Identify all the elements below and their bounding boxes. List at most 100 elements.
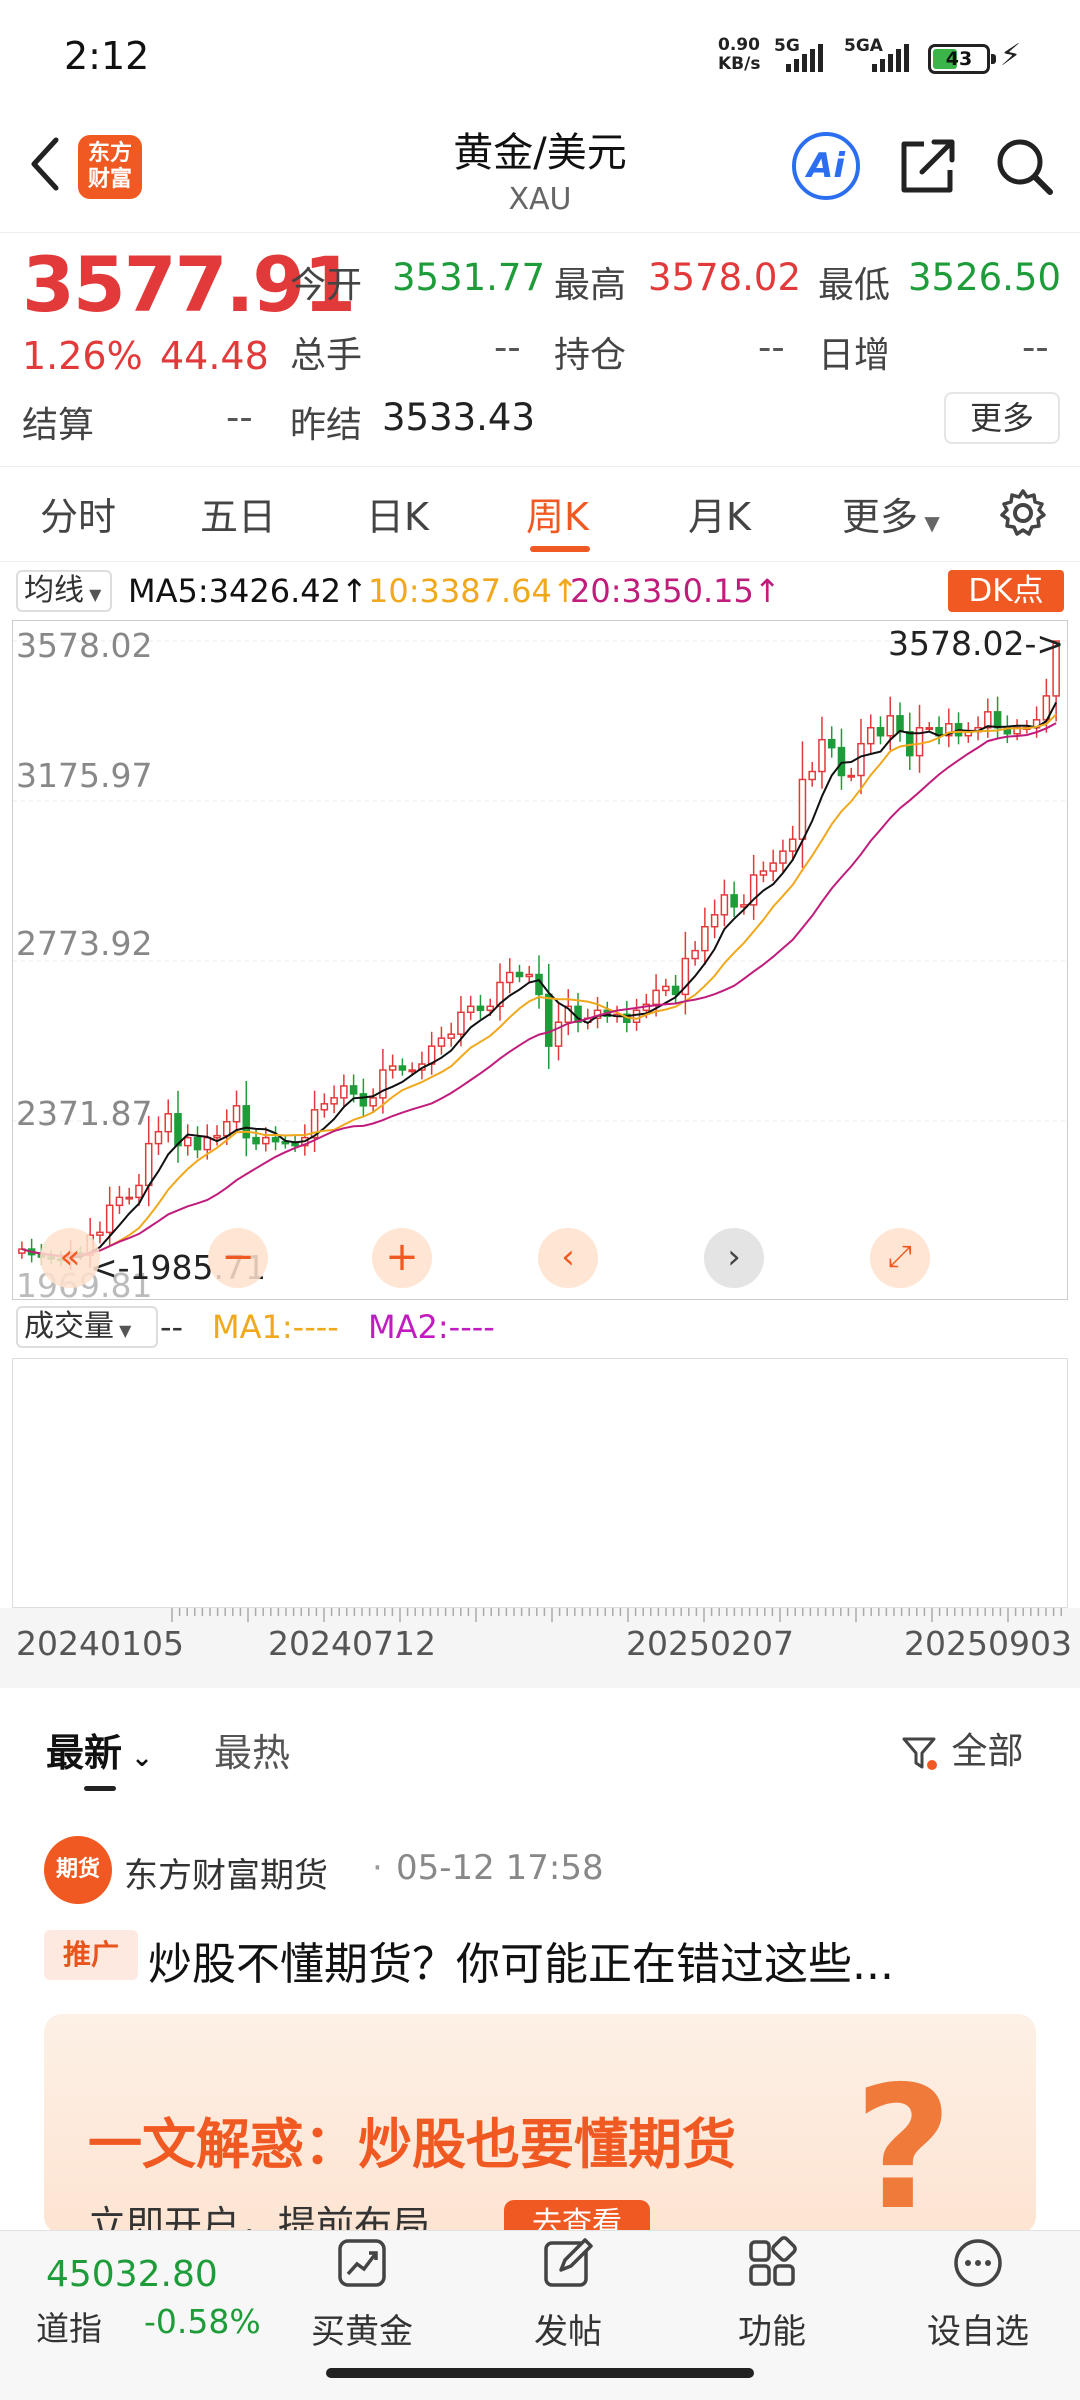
candle-body bbox=[818, 738, 826, 773]
fast-rewind-button[interactable]: « bbox=[40, 1228, 100, 1288]
page-title: 黄金/美元 bbox=[453, 130, 627, 176]
daily-increase-label: 日增 bbox=[818, 335, 891, 376]
candle-body bbox=[115, 1196, 124, 1207]
status-bar bbox=[0, 0, 1080, 110]
scroll-left-button[interactable]: ‹ bbox=[538, 1228, 598, 1288]
indicator-selector[interactable]: 均线 ▼ bbox=[16, 570, 112, 612]
candle-body bbox=[144, 1142, 153, 1187]
ai-assistant-button[interactable]: Ai bbox=[792, 132, 860, 200]
tab-daily-k[interactable]: 日K bbox=[366, 486, 429, 541]
volume-label: 总手 bbox=[290, 335, 363, 376]
x-tick-3: 20250207 bbox=[626, 1624, 794, 1663]
expand-icon: ⤢ bbox=[888, 1239, 912, 1274]
nav-post[interactable]: 发帖 bbox=[498, 2236, 638, 2352]
nav-add-watchlist[interactable]: 设自选 bbox=[908, 2236, 1048, 2352]
candle-body bbox=[271, 1136, 280, 1143]
candle-body bbox=[213, 1134, 221, 1139]
candle-body bbox=[788, 838, 797, 852]
candle-body bbox=[291, 1142, 299, 1147]
promo-banner[interactable]: 一文解惑：炒股也要懂期货 立即开户，提前布局 去查看 ? bbox=[44, 2014, 1036, 2234]
candle-body bbox=[515, 971, 524, 978]
tab-intraday[interactable]: 分时 bbox=[40, 486, 116, 541]
candle-body bbox=[398, 1065, 407, 1071]
tab-monthly-k[interactable]: 月K bbox=[688, 486, 751, 541]
source-avatar[interactable]: 期货 bbox=[44, 1836, 112, 1904]
news-tab-indicator bbox=[84, 1786, 116, 1791]
candle-body bbox=[193, 1136, 202, 1151]
double-left-icon: « bbox=[59, 1237, 81, 1277]
change-percent: 1.26% bbox=[22, 334, 143, 378]
candle-body bbox=[554, 1021, 563, 1047]
candle-body bbox=[330, 1097, 338, 1105]
y-tick-2: 3175.97 bbox=[16, 756, 153, 795]
quote-more-button[interactable]: 更多 bbox=[944, 392, 1060, 444]
home-indicator bbox=[326, 2368, 754, 2378]
candle-body bbox=[730, 894, 738, 908]
caret-down-icon: ▼ bbox=[918, 511, 940, 535]
candle-body bbox=[320, 1103, 329, 1111]
plus-icon: + bbox=[385, 1234, 419, 1280]
low-value: 3526.50 bbox=[908, 256, 1062, 299]
candle-body bbox=[154, 1130, 163, 1145]
news-separator: · bbox=[372, 1848, 383, 1888]
max-price-marker: 3578.02-> bbox=[888, 624, 1065, 663]
chart-settings-button[interactable] bbox=[996, 486, 1050, 540]
active-tab-indicator bbox=[530, 546, 590, 552]
chevron-left-icon bbox=[31, 137, 59, 191]
banner-subtitle: 立即开户，提前布局 bbox=[88, 2203, 431, 2234]
news-filter-button[interactable]: 全部 bbox=[900, 1722, 1023, 1774]
volume-selector[interactable]: 成交量 ▼ bbox=[16, 1306, 158, 1348]
tab-five-day[interactable]: 五日 bbox=[200, 486, 276, 541]
candle-body bbox=[252, 1136, 260, 1145]
share-icon bbox=[901, 139, 955, 193]
nav-functions[interactable]: 功能 bbox=[702, 2236, 842, 2352]
ma5-line bbox=[21, 702, 1057, 1258]
volume-chart[interactable] bbox=[12, 1358, 1068, 1608]
candle-body bbox=[662, 985, 670, 992]
kline-chart[interactable] bbox=[12, 620, 1069, 1300]
candle-body bbox=[203, 1136, 212, 1151]
news-tab-hot[interactable]: 最热 bbox=[214, 1722, 290, 1777]
high-value: 3578.02 bbox=[648, 256, 802, 299]
news-source[interactable]: 东方财富期货 bbox=[124, 1848, 328, 1897]
candle-body bbox=[671, 985, 680, 996]
ma10-value: 10:3387.64↑ bbox=[368, 572, 579, 610]
caret-down-icon: ▼ bbox=[84, 585, 102, 604]
scroll-right-button[interactable]: › bbox=[704, 1228, 764, 1288]
y-tick-max: 3578.02 bbox=[16, 626, 153, 665]
settle-label: 结算 bbox=[22, 405, 95, 446]
candle-body bbox=[359, 1093, 368, 1107]
candle-body bbox=[369, 1097, 377, 1107]
zoom-in-button[interactable]: + bbox=[372, 1228, 432, 1288]
search-button[interactable] bbox=[990, 132, 1058, 200]
chevron-left-icon: ‹ bbox=[561, 1237, 575, 1277]
prev-settle-value: 3533.43 bbox=[382, 396, 536, 439]
dk-point-button[interactable]: DK点 bbox=[948, 570, 1064, 612]
candle-body bbox=[691, 949, 699, 960]
news-tab-latest-label: 最新 bbox=[46, 1731, 123, 1775]
back-button[interactable] bbox=[22, 128, 66, 200]
news-tab-latest[interactable]: 最新 ⌄ bbox=[46, 1722, 153, 1777]
candle-body bbox=[105, 1204, 114, 1234]
news-headline[interactable]: 炒股不懂期货？你可能正在错过这些... bbox=[148, 1928, 894, 1992]
candle-body bbox=[525, 973, 534, 978]
candle-body bbox=[769, 862, 777, 872]
tab-weekly-k[interactable]: 周K bbox=[526, 486, 589, 541]
net-speed: 0.90 KB/s bbox=[718, 35, 761, 74]
nav-buy-gold-label: 买黄金 bbox=[311, 2312, 413, 2352]
banner-button[interactable]: 去查看 bbox=[504, 2200, 650, 2234]
news-date: 05-12 17:58 bbox=[396, 1848, 604, 1888]
candle-body bbox=[925, 727, 934, 731]
tab-more[interactable]: 更多 ▼ bbox=[842, 486, 940, 541]
index-value[interactable]: 45032.80 bbox=[46, 2254, 218, 2295]
low-label: 最低 bbox=[818, 265, 891, 306]
chevron-right-icon: › bbox=[727, 1237, 741, 1277]
fullscreen-button[interactable]: ⤢ bbox=[870, 1228, 930, 1288]
app-logo[interactable]: 东方 财富 bbox=[78, 135, 142, 199]
question-mark-icon: ? bbox=[854, 2050, 953, 2234]
nav-buy-gold[interactable]: 买黄金 bbox=[292, 2236, 432, 2352]
zoom-out-button[interactable]: − bbox=[208, 1228, 268, 1288]
candle-body bbox=[349, 1085, 358, 1095]
nav-post-label: 发帖 bbox=[534, 2312, 602, 2352]
share-button[interactable] bbox=[894, 132, 962, 200]
